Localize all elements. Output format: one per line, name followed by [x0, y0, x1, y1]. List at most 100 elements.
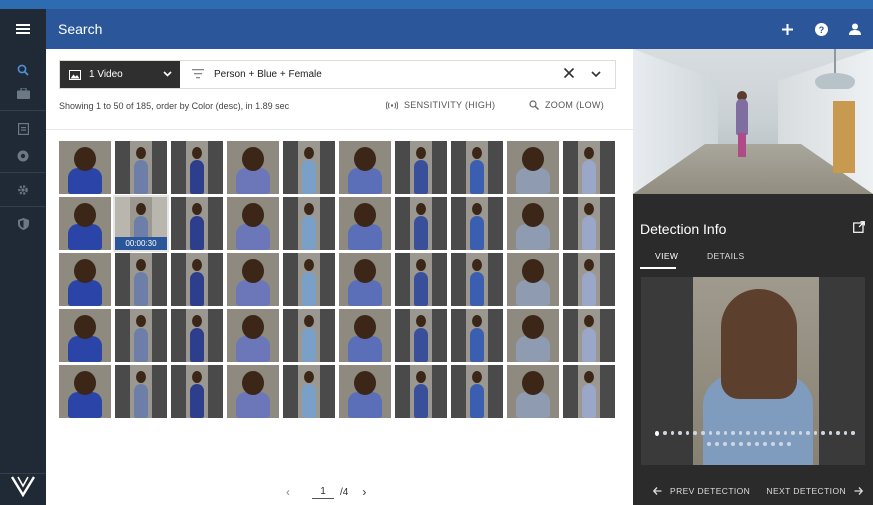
result-thumbnail[interactable] [171, 141, 223, 194]
result-thumbnail[interactable] [563, 197, 615, 250]
result-thumbnail[interactable] [451, 309, 503, 362]
video-selector[interactable]: 1 Video [60, 61, 180, 88]
sidebar-item-search[interactable] [0, 59, 46, 81]
person-figure [136, 259, 146, 271]
result-thumbnail[interactable]: 00:00:30 [113, 195, 169, 252]
result-thumbnail[interactable] [115, 253, 167, 306]
keypoint-dot [843, 431, 848, 435]
person-figure [134, 328, 148, 362]
zoom-control[interactable]: ZOOM (LOW) [529, 100, 604, 110]
result-thumbnail[interactable] [451, 253, 503, 306]
result-thumbnail[interactable] [283, 365, 335, 418]
result-thumbnail[interactable] [59, 197, 111, 250]
result-thumbnail[interactable] [395, 309, 447, 362]
result-thumbnail[interactable] [507, 141, 559, 194]
camera-view[interactable] [633, 49, 873, 194]
result-thumbnail[interactable] [507, 197, 559, 250]
result-thumbnail[interactable] [339, 197, 391, 250]
person-figure [242, 203, 264, 227]
result-thumbnail[interactable] [283, 141, 335, 194]
result-thumbnail[interactable] [59, 365, 111, 418]
result-thumbnail[interactable] [115, 309, 167, 362]
result-thumbnail[interactable] [507, 309, 559, 362]
result-thumbnail[interactable] [227, 141, 279, 194]
result-thumbnail[interactable] [59, 309, 111, 362]
plus-icon[interactable] [779, 21, 795, 37]
video-selector-label: 1 Video [89, 69, 123, 80]
result-thumbnail[interactable] [283, 309, 335, 362]
result-thumbnail[interactable] [171, 365, 223, 418]
prev-detection-button[interactable]: PREV DETECTION [653, 486, 750, 496]
result-thumbnail[interactable] [507, 365, 559, 418]
sidebar-item-security[interactable] [0, 213, 46, 235]
result-thumbnail[interactable] [395, 365, 447, 418]
person-figure [522, 315, 544, 339]
result-thumbnail[interactable] [563, 141, 615, 194]
result-thumbnail[interactable] [59, 253, 111, 306]
sensitivity-control[interactable]: SENSITIVITY (HIGH) [386, 100, 495, 110]
person-figure [136, 371, 146, 383]
tab-view[interactable]: VIEW [655, 251, 678, 261]
sidebar [0, 49, 46, 505]
sidebar-item-cases[interactable] [0, 82, 46, 104]
keypoint-dot [723, 442, 727, 446]
filter-query[interactable]: Person + Blue + Female [214, 61, 322, 88]
result-thumbnail[interactable] [339, 365, 391, 418]
person-figure [354, 371, 376, 395]
result-thumbnail[interactable] [59, 141, 111, 194]
result-thumbnail[interactable] [227, 197, 279, 250]
result-thumbnail[interactable] [451, 141, 503, 194]
keypoint-dot [693, 431, 697, 435]
result-thumbnail[interactable] [451, 197, 503, 250]
help-icon[interactable]: ? [813, 21, 829, 37]
result-thumbnail[interactable] [563, 309, 615, 362]
keypoint-dot [763, 442, 767, 446]
sidebar-item-live[interactable] [0, 145, 46, 167]
sidebar-item-settings[interactable] [0, 179, 46, 201]
sidebar-item-reports[interactable] [0, 118, 46, 140]
result-thumbnail[interactable] [227, 253, 279, 306]
result-thumbnail[interactable] [395, 253, 447, 306]
result-thumbnail[interactable] [171, 309, 223, 362]
menu-button[interactable] [0, 9, 46, 49]
chevron-down-icon [163, 71, 172, 77]
result-thumbnail[interactable] [115, 141, 167, 194]
user-icon[interactable] [847, 21, 863, 37]
result-thumbnail[interactable] [339, 253, 391, 306]
result-thumbnail[interactable] [395, 141, 447, 194]
close-icon[interactable] [563, 67, 575, 79]
result-thumbnail[interactable] [283, 253, 335, 306]
result-thumbnail[interactable] [395, 197, 447, 250]
open-external-icon[interactable] [853, 221, 865, 233]
result-thumbnail[interactable] [115, 365, 167, 418]
result-thumbnail[interactable] [563, 365, 615, 418]
next-page-button[interactable]: › [362, 485, 366, 499]
person-figure [134, 384, 148, 418]
tab-details[interactable]: DETAILS [707, 251, 745, 261]
result-thumbnail[interactable] [171, 253, 223, 306]
document-icon [17, 123, 29, 135]
person-figure [242, 259, 264, 283]
result-thumbnail[interactable] [339, 309, 391, 362]
chevron-down-icon[interactable] [591, 70, 601, 78]
prev-page-button[interactable]: ‹ [286, 485, 290, 499]
person-figure [348, 336, 382, 362]
result-thumbnail[interactable] [227, 309, 279, 362]
result-thumbnail[interactable] [563, 253, 615, 306]
keypoint-dot [821, 431, 825, 435]
next-detection-button[interactable]: NEXT DETECTION [766, 486, 863, 496]
result-thumbnail[interactable] [507, 253, 559, 306]
camera-person [736, 99, 748, 135]
result-thumbnail[interactable] [451, 365, 503, 418]
person-figure [354, 203, 376, 227]
keypoint-dot [776, 431, 780, 435]
person-figure [242, 315, 264, 339]
result-thumbnail[interactable] [227, 365, 279, 418]
person-figure [416, 371, 426, 383]
detail-panel: Detection Info VIEW DETAILS PREV DETECTI… [633, 49, 873, 505]
result-thumbnail[interactable] [339, 141, 391, 194]
result-thumbnail[interactable] [283, 197, 335, 250]
page-number-input[interactable]: 1 [312, 486, 334, 499]
person-figure [414, 160, 428, 194]
result-thumbnail[interactable] [171, 197, 223, 250]
